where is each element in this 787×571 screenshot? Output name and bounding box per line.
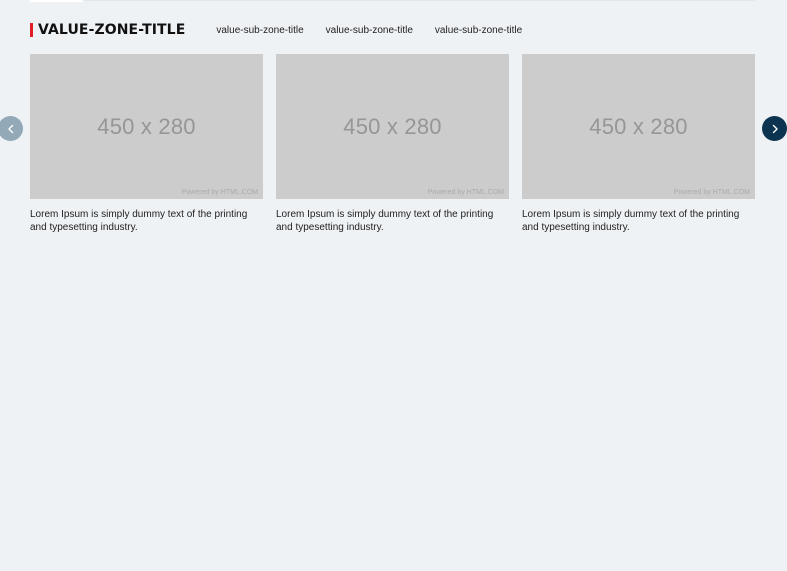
content-carousel: 450 x 280 Powered by HTML.COM Lorem Ipsu… (30, 54, 755, 244)
carousel-card-3[interactable]: 450 x 280 Powered by HTML.COM Lorem Ipsu… (522, 54, 755, 244)
image-size-label: 450 x 280 (343, 113, 442, 139)
card-caption[interactable]: Lorem Ipsum is simply dummy text of the … (276, 208, 509, 234)
image-size-label: 450 x 280 (589, 113, 688, 139)
image-credit: Powered by HTML.COM (181, 189, 258, 196)
sub-zone-tab-1[interactable]: value-sub-zone-title (216, 25, 303, 36)
card-image-placeholder[interactable]: 450 x 280 Powered by HTML.COM (30, 54, 263, 199)
sub-zone-tab-3[interactable]: value-sub-zone-title (435, 25, 522, 36)
image-credit: Powered by HTML.COM (673, 189, 750, 196)
image-size-label: 450 x 280 (97, 113, 196, 139)
carousel-next-button[interactable] (762, 116, 787, 141)
sub-zone-tab-2[interactable]: value-sub-zone-title (326, 25, 413, 36)
zone-header: VALUE-ZONE-TITLE value-sub-zone-title va… (30, 20, 544, 40)
carousel-card-2[interactable]: 450 x 280 Powered by HTML.COM Lorem Ipsu… (276, 54, 509, 244)
image-credit: Powered by HTML.COM (427, 189, 504, 196)
chevron-left-icon (7, 124, 13, 133)
card-caption[interactable]: Lorem Ipsum is simply dummy text of the … (522, 208, 755, 234)
sub-zone-tabs: value-sub-zone-title value-sub-zone-titl… (216, 25, 544, 36)
carousel-card-1[interactable]: 450 x 280 Powered by HTML.COM Lorem Ipsu… (30, 54, 263, 244)
card-caption[interactable]: Lorem Ipsum is simply dummy text of the … (30, 208, 263, 234)
carousel-prev-button[interactable] (0, 116, 23, 141)
top-divider (30, 0, 755, 1)
top-divider-active-indicator (30, 0, 83, 2)
title-accent-bar (30, 23, 33, 37)
zone-title: VALUE-ZONE-TITLE (38, 22, 186, 38)
card-image-placeholder[interactable]: 450 x 280 Powered by HTML.COM (522, 54, 755, 199)
card-image-placeholder[interactable]: 450 x 280 Powered by HTML.COM (276, 54, 509, 199)
chevron-right-icon (772, 124, 778, 133)
